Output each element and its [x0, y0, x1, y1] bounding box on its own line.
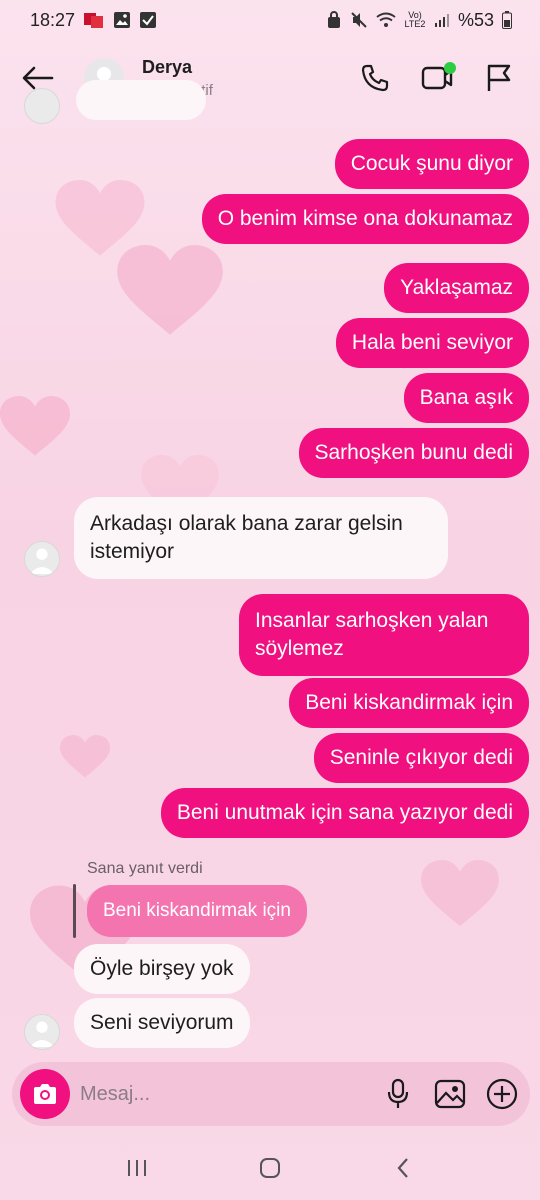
mute-icon — [350, 11, 368, 29]
sender-avatar — [24, 541, 60, 577]
message-outgoing[interactable]: Insanlar sarhoşken yalan söylemez — [239, 594, 529, 676]
message-outgoing[interactable]: Yaklaşamaz — [384, 263, 529, 313]
flag-icon — [487, 64, 511, 91]
message-input[interactable] — [80, 1082, 364, 1106]
status-time: 18:27 — [30, 9, 76, 30]
wifi-icon — [376, 12, 396, 28]
background-heart-decoration — [60, 735, 110, 780]
message-incoming[interactable]: Öyle birşey yok — [74, 944, 250, 994]
recent-apps-icon — [127, 1160, 146, 1176]
plus-circle-icon — [486, 1078, 518, 1110]
message-outgoing[interactable]: Beni unutmak için sana yazıyor dedi — [160, 788, 529, 838]
message-outgoing[interactable]: O benim kimse ona dokunamaz — [201, 194, 529, 244]
header-actions — [358, 61, 522, 95]
notification-app-icon — [83, 11, 105, 29]
call-button[interactable] — [358, 61, 392, 95]
message-outgoing[interactable]: Bana aşık — [403, 373, 529, 423]
sender-avatar — [24, 1014, 60, 1050]
back-nav-button[interactable] — [378, 1148, 428, 1188]
default-user-icon — [29, 1021, 55, 1048]
camera-icon — [34, 1084, 56, 1104]
sender-avatar — [24, 88, 60, 124]
background-heart-decoration — [420, 860, 500, 930]
partial-message-bubble — [76, 80, 206, 120]
message-composer — [12, 1062, 530, 1126]
battery-icon — [502, 11, 512, 29]
signal-icon — [434, 12, 450, 28]
phone-icon — [361, 64, 389, 92]
status-left: 18:27 — [30, 10, 157, 31]
reply-indicator-bar — [73, 884, 76, 938]
message-outgoing[interactable]: Hala beni seviyor — [335, 318, 529, 368]
reply-label: Sana yanıt verdi — [87, 860, 203, 877]
home-icon — [259, 1158, 280, 1178]
message-outgoing[interactable]: Beni kiskandirmak için — [289, 678, 529, 728]
video-active-dot — [444, 62, 456, 74]
system-navigation-bar — [0, 1140, 540, 1196]
quoted-message[interactable]: Beni kiskandirmak için — [87, 885, 307, 937]
status-right: Vo) LTE2 %53 — [326, 10, 512, 31]
background-heart-decoration — [115, 245, 225, 340]
message-incoming[interactable]: Seni seviyorum — [74, 998, 250, 1048]
message-outgoing[interactable]: Sarhoşken bunu dedi — [298, 428, 529, 478]
contact-name: Derya — [142, 57, 193, 77]
microphone-icon — [387, 1078, 409, 1108]
gallery-button[interactable] — [432, 1076, 468, 1112]
message-outgoing[interactable]: Seninle çıkıyor dedi — [313, 733, 529, 783]
image-icon — [434, 1079, 466, 1109]
checkbox-notification-icon — [139, 11, 157, 29]
gallery-notification-icon — [113, 11, 131, 29]
battery-percent: %53 — [457, 9, 494, 30]
background-heart-decoration — [55, 180, 145, 260]
chevron-left-icon — [397, 1158, 409, 1178]
message-incoming[interactable]: Arkadaşı olarak bana zarar gelsin istemi… — [74, 497, 448, 579]
report-button[interactable] — [482, 61, 516, 95]
recent-apps-button[interactable] — [112, 1148, 162, 1188]
arrow-left-icon — [22, 66, 54, 90]
default-user-icon — [29, 548, 55, 575]
background-heart-decoration — [0, 395, 70, 460]
message-outgoing[interactable]: Cocuk şunu diyor — [334, 139, 529, 189]
camera-button[interactable] — [20, 1069, 70, 1119]
home-button[interactable] — [245, 1148, 295, 1188]
network-label: Vo) LTE2 — [404, 10, 426, 29]
video-call-button[interactable] — [420, 61, 456, 95]
alarm-lock-icon — [326, 11, 342, 29]
status-bar: 18:27 Vo) LTE2 %53 — [0, 0, 540, 40]
add-button[interactable] — [484, 1076, 520, 1112]
microphone-button[interactable] — [380, 1076, 416, 1112]
